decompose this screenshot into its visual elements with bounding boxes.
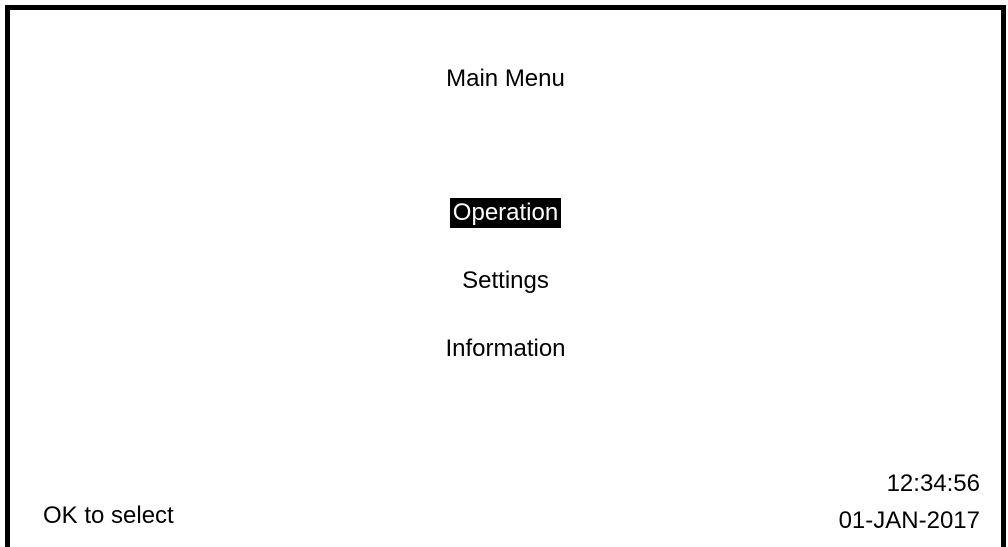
menu-item-information[interactable]: Information: [10, 334, 1001, 402]
menu-item-operation[interactable]: Operation: [10, 198, 1001, 266]
date-display: 01-JAN-2017: [838, 507, 980, 534]
menu-item-label: Settings: [462, 267, 549, 294]
page-title: Main Menu: [446, 65, 565, 92]
main-menu: Operation Settings Information: [10, 198, 1001, 402]
datetime-display: 12:34:56 01-JAN-2017: [839, 465, 980, 539]
menu-item-settings[interactable]: Settings: [10, 266, 1001, 334]
menu-item-label: Operation: [449, 198, 562, 228]
menu-item-label: Information: [445, 335, 566, 362]
time-display: 12:34:56: [886, 470, 980, 497]
device-screen: Main Menu Operation Settings Information…: [5, 5, 1006, 547]
select-hint: OK to select: [43, 502, 174, 529]
